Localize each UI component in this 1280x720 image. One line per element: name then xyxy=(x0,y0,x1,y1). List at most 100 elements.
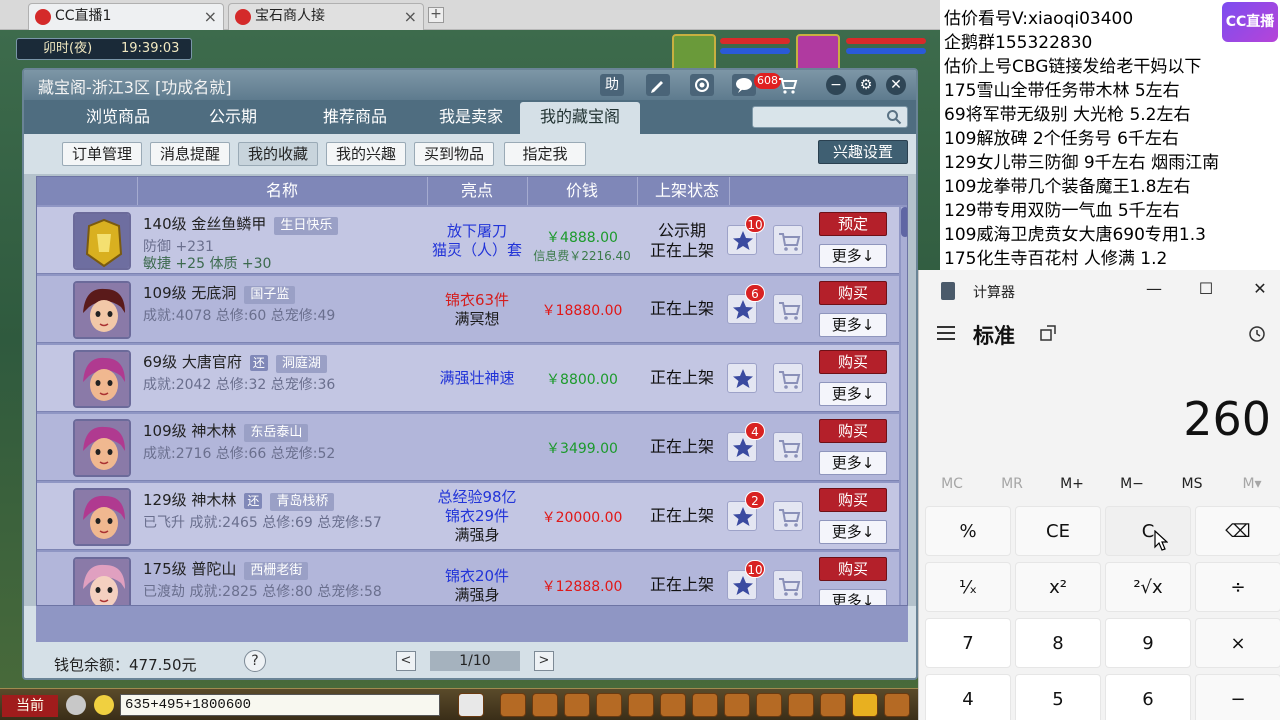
search-input[interactable] xyxy=(752,106,908,128)
close-button[interactable]: ✕ xyxy=(1245,278,1275,300)
chat-input[interactable]: 635+495+1800600 xyxy=(120,694,440,716)
memory-recall-button[interactable]: MR xyxy=(985,476,1039,492)
more-button[interactable]: 更多↓ xyxy=(819,382,887,406)
buy-button[interactable]: 购买 xyxy=(819,419,887,443)
next-page-button[interactable]: > xyxy=(534,651,554,671)
more-button[interactable]: 更多↓ xyxy=(819,520,887,544)
scrollbar-thumb[interactable] xyxy=(901,207,907,237)
keep-on-top-icon[interactable] xyxy=(1039,324,1057,342)
item-avatar[interactable] xyxy=(73,419,131,477)
add-to-cart-button[interactable] xyxy=(773,363,803,393)
cart-icon[interactable] xyxy=(776,74,800,96)
table-row[interactable]: 109级 无底洞 国子监 成就:4078 总修:60 总宠修:49 锦衣63件 满冥想 ￥… xyxy=(37,276,899,343)
close-icon[interactable]: × xyxy=(404,4,417,29)
order-management-button[interactable]: 订单管理 xyxy=(62,142,142,166)
item-avatar[interactable] xyxy=(73,212,131,270)
table-row[interactable]: 129级 神木林还青岛栈桥 已飞升 成就:2465 总修:69 总宠修:57 总经验… xyxy=(37,483,899,550)
memory-subtract-button[interactable]: M− xyxy=(1105,476,1159,492)
buy-button[interactable]: 购买 xyxy=(819,350,887,374)
square-root-key[interactable]: ²√x xyxy=(1105,562,1191,612)
list-scrollbar[interactable] xyxy=(901,207,907,605)
prev-page-button[interactable]: < xyxy=(396,651,416,671)
add-to-cart-button[interactable] xyxy=(773,294,803,324)
gift-icon[interactable] xyxy=(564,693,590,717)
digit-6-key[interactable]: 6 xyxy=(1105,674,1191,720)
square-key[interactable]: x² xyxy=(1015,562,1101,612)
browser-tab-cc-live[interactable]: CC直播1 × xyxy=(28,3,224,30)
shop-icon[interactable] xyxy=(788,693,814,717)
favorite-button[interactable] xyxy=(727,363,757,393)
percent-key[interactable]: % xyxy=(925,506,1011,556)
scroll-icon[interactable] xyxy=(692,693,718,717)
browser-tab-gem-merchant[interactable]: 宝石商人接 × xyxy=(228,3,424,30)
gear-icon[interactable]: ⚙ xyxy=(856,75,876,95)
record-icon[interactable] xyxy=(690,74,714,96)
pen-icon[interactable] xyxy=(646,74,670,96)
table-row[interactable]: 140级 金丝鱼鳞甲 生日快乐 防御 +231 敏捷 +25 体质 +30 放下屠刀 猫灵… xyxy=(37,207,899,274)
buy-button[interactable]: 购买 xyxy=(819,488,887,512)
tab-my-pavilion[interactable]: 我的藏宝阁 xyxy=(520,102,640,134)
bag-icon[interactable] xyxy=(532,693,558,717)
memory-add-button[interactable]: M+ xyxy=(1045,476,1099,492)
chat-icon[interactable] xyxy=(732,74,756,96)
digit-7-key[interactable]: 7 xyxy=(925,618,1011,668)
mail-icon[interactable] xyxy=(724,693,750,717)
buy-button[interactable]: 购买 xyxy=(819,557,887,581)
window-title-bar[interactable]: 藏宝阁-浙江3区 [功成名就] 助 608 − ⚙ ✕ xyxy=(24,70,916,100)
search-icon[interactable] xyxy=(886,109,902,125)
table-row[interactable]: 175级 普陀山 西栅老街 已渡劫 成就:2825 总修:80 总宠修:58 锦衣20… xyxy=(37,552,899,605)
minimize-button[interactable]: — xyxy=(1139,278,1169,300)
more-button[interactable]: 更多↓ xyxy=(819,244,887,268)
table-row[interactable]: 109级 神木林 东岳泰山 成就:2716 总修:66 总宠修:52 ￥3499.00… xyxy=(37,414,899,481)
item-avatar[interactable] xyxy=(73,488,131,546)
my-favorites-button[interactable]: 我的收藏 xyxy=(238,142,318,166)
emoji-icon[interactable] xyxy=(94,695,114,715)
clear-key[interactable]: C xyxy=(1105,506,1191,556)
clear-entry-key[interactable]: CE xyxy=(1015,506,1101,556)
backspace-key[interactable]: ⌫ xyxy=(1195,506,1280,556)
add-to-cart-button[interactable] xyxy=(773,432,803,462)
smile-icon[interactable] xyxy=(852,693,878,717)
purchased-items-button[interactable]: 买到物品 xyxy=(414,142,494,166)
help-button[interactable]: ? xyxy=(244,650,266,672)
hamburger-menu-icon[interactable] xyxy=(937,326,955,340)
history-icon[interactable] xyxy=(1247,324,1267,344)
maximize-button[interactable]: ☐ xyxy=(1191,278,1221,300)
designated-me-button[interactable]: 指定我 xyxy=(504,142,586,166)
help-icon[interactable]: 助 xyxy=(600,74,624,96)
more-button[interactable]: 更多↓ xyxy=(819,313,887,337)
add-to-cart-button[interactable] xyxy=(773,570,803,600)
tab-seller[interactable]: 我是卖家 xyxy=(416,102,526,134)
more-button[interactable]: 更多↓ xyxy=(819,589,887,605)
digit-8-key[interactable]: 8 xyxy=(1015,618,1101,668)
system-icon[interactable] xyxy=(884,693,910,717)
tab-public-period[interactable]: 公示期 xyxy=(192,102,274,134)
reciprocal-key[interactable]: ¹⁄ₓ xyxy=(925,562,1011,612)
memory-list-button[interactable]: M▾ xyxy=(1225,476,1279,492)
buy-button[interactable]: 预定 xyxy=(819,212,887,236)
add-to-cart-button[interactable] xyxy=(773,501,803,531)
tab-recommended[interactable]: 推荐商品 xyxy=(300,102,410,134)
skill-icon[interactable] xyxy=(628,693,654,717)
new-tab-button[interactable]: + xyxy=(428,7,444,23)
digit-4-key[interactable]: 4 xyxy=(925,674,1011,720)
tab-browse[interactable]: 浏览商品 xyxy=(70,102,166,134)
interest-settings-button[interactable]: 兴趣设置 xyxy=(818,140,908,164)
item-avatar[interactable] xyxy=(73,350,131,408)
item-avatar[interactable] xyxy=(73,557,131,605)
menu-shortcut-icon[interactable] xyxy=(500,693,526,717)
pet-icon[interactable] xyxy=(756,693,782,717)
microphone-icon[interactable] xyxy=(66,695,86,715)
digit-9-key[interactable]: 9 xyxy=(1105,618,1191,668)
chat-channel-button[interactable]: 当前 xyxy=(2,695,58,717)
add-to-cart-button[interactable] xyxy=(773,225,803,255)
table-row[interactable]: 69级 大唐官府还洞庭湖 成就:2042 总修:32 总宠修:36 满强壮神速 ￥88… xyxy=(37,345,899,412)
subtract-key[interactable]: − xyxy=(1195,674,1280,720)
cow-icon[interactable] xyxy=(458,693,484,717)
buy-button[interactable]: 购买 xyxy=(819,281,887,305)
notice-icon[interactable] xyxy=(820,693,846,717)
close-icon[interactable]: × xyxy=(204,4,217,29)
more-button[interactable]: 更多↓ xyxy=(819,451,887,475)
map-icon[interactable] xyxy=(660,693,686,717)
multiply-key[interactable]: × xyxy=(1195,618,1280,668)
